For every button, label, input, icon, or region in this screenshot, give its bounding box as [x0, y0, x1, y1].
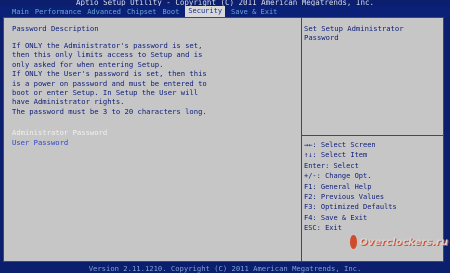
tab-main[interactable]: Main	[12, 8, 29, 16]
tab-performance[interactable]: Performance	[35, 8, 81, 16]
section-title: Password Description	[12, 24, 99, 33]
key-help-item: ↑↓: Select Item	[304, 151, 368, 160]
key-help-item: F2: Previous Values	[304, 193, 385, 202]
key-help-item: →←: Select Screen	[304, 141, 376, 149]
key-help-item: +/-: Change Opt.	[304, 172, 372, 181]
description-line: If ONLY the User's password is set, then…	[12, 69, 207, 79]
tab-chipset[interactable]: Chipset	[127, 8, 157, 16]
main-panel: Password Description If ONLY the Adminis…	[12, 24, 297, 147]
footer-version: Version 2.11.1210. Copyright (C) 2011 Am…	[0, 264, 450, 273]
tab-advanced[interactable]: Advanced	[87, 8, 121, 16]
key-help-item: F3: Optimized Defaults	[304, 203, 397, 212]
administrator-password-item[interactable]: Administrator Password	[12, 128, 297, 137]
key-help-list: →←: Select Screen ↑↓: Select Item Enter:…	[304, 140, 442, 234]
tab-security[interactable]: Security	[185, 6, 226, 17]
description-line: The password must be 3 to 20 characters …	[12, 106, 207, 116]
panel-divider	[301, 18, 302, 261]
watermark-icon	[350, 235, 358, 249]
user-password-item[interactable]: User Password	[12, 138, 297, 147]
tab-save-exit[interactable]: Save & Exit	[231, 8, 277, 16]
description-line: have Administrator rights.	[12, 97, 125, 107]
watermark-text: Overclockers.ru	[359, 236, 448, 248]
description-line: If ONLY the Administrator's password is …	[12, 41, 203, 50]
description-line: is a power on password and must be enter…	[12, 78, 207, 88]
help-text: Set Setup Administrator Password	[304, 24, 404, 42]
tab-bar: Main Performance Advanced Chipset Boot S…	[0, 6, 450, 17]
key-help-item: F4: Save & Exit	[304, 213, 368, 222]
bios-frame: Password Description If ONLY the Adminis…	[3, 17, 444, 262]
help-divider	[301, 135, 443, 136]
description-line: boot or enter Setup. In Setup the User w…	[12, 88, 199, 98]
key-help-item: F1: General Help	[304, 182, 372, 191]
description-line: then this only limits access to Setup an…	[12, 50, 203, 60]
tab-boot[interactable]: Boot	[162, 8, 179, 16]
description-line: only asked for when entering Setup.	[12, 59, 164, 69]
watermark-logo: Overclockers.ru	[350, 232, 448, 252]
key-help-item: Enter: Select	[304, 161, 359, 170]
